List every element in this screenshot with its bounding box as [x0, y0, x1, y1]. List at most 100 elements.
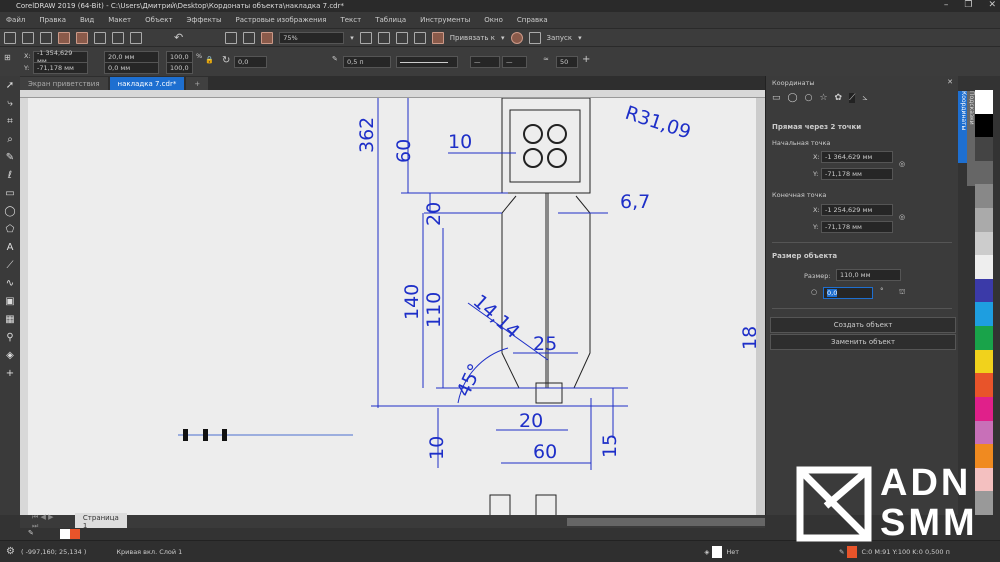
print-icon[interactable]: [94, 31, 106, 44]
freehand-tool-icon[interactable]: ✎: [6, 152, 14, 163]
swatch[interactable]: [975, 420, 993, 445]
dimension-tool-icon[interactable]: ⟋: [7, 260, 14, 271]
swatch-none[interactable]: [60, 529, 70, 539]
launch-dropdown[interactable]: Запуск: [547, 34, 573, 42]
vertical-scrollbar[interactable]: [756, 98, 765, 515]
menu-tools[interactable]: Инструменты: [420, 16, 470, 24]
swatch[interactable]: [975, 184, 993, 209]
new-tab-button[interactable]: +: [186, 77, 209, 90]
lock-ratio-icon[interactable]: 🔒: [205, 56, 214, 64]
crop-tool-icon[interactable]: ⌗: [7, 116, 13, 127]
drawing-canvas[interactable]: 362 60 10 R31,09 6,7 20 140 110 14,14 25…: [28, 98, 756, 515]
shape-tool-icon[interactable]: ⤷: [7, 98, 13, 109]
export-icon[interactable]: [243, 31, 256, 44]
rectangle-tool-icon[interactable]: ▭: [5, 188, 14, 199]
replace-object-button[interactable]: Заменить объект: [770, 334, 956, 350]
zoom-tool-icon[interactable]: ⌕: [7, 134, 13, 145]
add-tool-icon[interactable]: +: [6, 368, 14, 379]
menu-file[interactable]: Файл: [6, 16, 25, 24]
menu-layout[interactable]: Макет: [108, 16, 131, 24]
start-x-input[interactable]: -1 364,629 мм: [821, 151, 893, 163]
y-position-input[interactable]: -71,178 мм: [33, 62, 88, 74]
fill-none-swatch[interactable]: [712, 545, 723, 558]
close-button[interactable]: ✕: [988, 0, 996, 10]
tab-hints[interactable]: Подсказки: [967, 91, 975, 186]
line-style-select[interactable]: [396, 56, 458, 68]
connector-tool-icon[interactable]: ∿: [6, 278, 14, 289]
gear-icon[interactable]: ⚙: [6, 546, 15, 557]
restore-button[interactable]: ❐: [964, 0, 972, 10]
swatch[interactable]: [975, 278, 993, 303]
star-mode-icon[interactable]: ☆: [819, 93, 827, 103]
save-icon[interactable]: [40, 31, 52, 44]
smoothing-input[interactable]: 50: [556, 56, 578, 68]
full-screen-icon[interactable]: [359, 31, 372, 44]
arrowhead-select[interactable]: —: [470, 56, 500, 68]
reference-point-icon[interactable]: ⊞: [4, 53, 11, 62]
polygon-tool-icon[interactable]: ⬠: [6, 224, 15, 235]
text-tool-icon[interactable]: A: [7, 242, 14, 253]
horizontal-scrollbar[interactable]: [566, 517, 765, 526]
cloud-icon[interactable]: [76, 31, 88, 44]
swatch[interactable]: [975, 160, 993, 185]
menu-bitmaps[interactable]: Растровые изображения: [236, 16, 327, 24]
menu-window[interactable]: Окно: [484, 16, 503, 24]
menu-view[interactable]: Вид: [80, 16, 94, 24]
menu-help[interactable]: Справка: [517, 16, 548, 24]
outline-width-select[interactable]: 0,5 п: [343, 56, 391, 68]
cut-icon[interactable]: [112, 31, 124, 44]
swatch[interactable]: [975, 302, 993, 327]
ellipse-tool-icon[interactable]: ◯: [4, 206, 15, 217]
start-y-input[interactable]: -71,178 мм: [821, 168, 893, 180]
arrowhead-end-select[interactable]: —: [502, 56, 527, 68]
tab-coordinates[interactable]: Координаты: [958, 91, 967, 163]
swatch-white[interactable]: [975, 90, 993, 114]
height-input[interactable]: 0,0 мм: [104, 62, 159, 74]
swatch[interactable]: [975, 255, 993, 279]
end-x-input[interactable]: -1 254,629 мм: [821, 204, 893, 216]
artistic-media-icon[interactable]: ℓ: [8, 170, 12, 181]
rotation-input[interactable]: 0,0: [234, 56, 267, 68]
guidelines-icon[interactable]: [413, 31, 426, 44]
relative-position-icon[interactable]: ◎: [899, 213, 905, 221]
swatch[interactable]: [975, 231, 993, 256]
size-input[interactable]: 110,0 мм: [836, 269, 901, 281]
undo-icon[interactable]: ↶: [174, 31, 183, 44]
chevron-down-icon[interactable]: ▾: [350, 34, 354, 42]
eyedropper-tool-icon[interactable]: ⚲: [6, 332, 13, 343]
eyedropper-icon[interactable]: ✎: [28, 529, 34, 537]
menu-object[interactable]: Объект: [145, 16, 172, 24]
transparency-tool-icon[interactable]: ▦: [5, 314, 14, 325]
vertical-ruler[interactable]: [20, 98, 28, 515]
tab-welcome[interactable]: Экран приветствия: [20, 77, 108, 90]
new-document-icon[interactable]: [4, 31, 16, 44]
import-icon[interactable]: [225, 31, 238, 44]
gear-icon[interactable]: [510, 31, 523, 44]
pick-tool-icon[interactable]: ➚: [6, 80, 14, 91]
relative-position-icon[interactable]: ◎: [899, 160, 905, 168]
swatch[interactable]: [975, 349, 993, 374]
create-object-button[interactable]: Создать объект: [770, 317, 956, 333]
swatch[interactable]: [975, 444, 993, 468]
menu-table[interactable]: Таблица: [375, 16, 406, 24]
swatch[interactable]: [975, 373, 993, 397]
lock-icon[interactable]: ⛫: [899, 288, 905, 297]
scale-y-input[interactable]: 100,0: [166, 62, 193, 74]
swatch[interactable]: [975, 396, 993, 421]
horizontal-ruler[interactable]: [20, 90, 765, 98]
ellipse-mode-icon[interactable]: ◯: [788, 93, 798, 103]
end-y-input[interactable]: -71,178 мм: [821, 221, 893, 233]
zoom-select[interactable]: 75%: [279, 31, 345, 44]
copy-icon[interactable]: [130, 31, 142, 44]
rulers-icon[interactable]: [377, 31, 390, 44]
plus-icon[interactable]: +: [582, 54, 590, 65]
snap-icon[interactable]: [431, 31, 444, 44]
swatch[interactable]: [975, 208, 993, 232]
grid-icon[interactable]: [395, 31, 408, 44]
swatch-orange[interactable]: [70, 529, 80, 539]
angle-input[interactable]: 0,0: [823, 287, 873, 299]
swatch-black[interactable]: [975, 113, 993, 138]
swatch[interactable]: [975, 326, 993, 350]
launch-icon[interactable]: [528, 31, 541, 44]
snap-to-dropdown[interactable]: Привязать к: [450, 34, 495, 42]
